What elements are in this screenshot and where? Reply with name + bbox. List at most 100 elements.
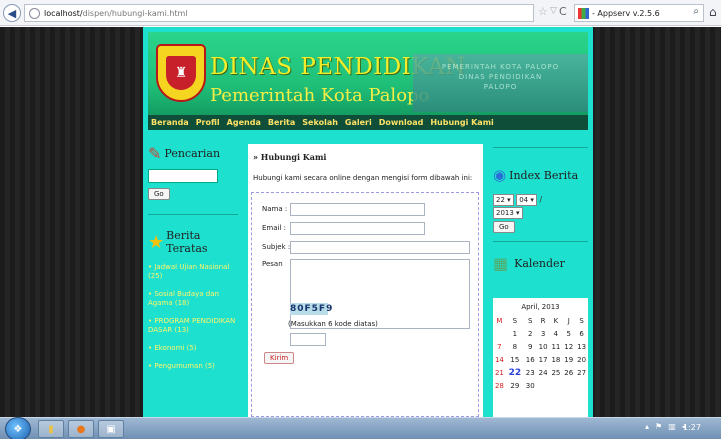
site-container: ♜ DINAS PENDIDIKAN Pemerintah Kota Palop… [143,27,593,418]
calendar-day[interactable]: 22 [506,366,524,379]
calendar-day[interactable]: 7 [493,340,506,353]
pesan-textarea[interactable] [290,259,470,329]
search-bar[interactable]: - Appserv v.2.5.6 ⌕ [574,4,704,22]
window-icon: ▣ [106,423,116,435]
calendar-day[interactable]: 19 [562,353,575,366]
weekday-row: MSSRKJS [493,314,588,327]
subjek-field[interactable] [290,241,470,254]
calendar-day[interactable]: 10 [537,340,550,353]
banner-line: DINAS PENDIDIKAN [458,73,543,81]
calendar-day[interactable]: 12 [562,340,575,353]
calendar-day[interactable]: 15 [506,353,524,366]
search-input[interactable] [148,169,218,183]
page-viewport: ♜ DINAS PENDIDIKAN Pemerintah Kota Palop… [0,27,721,418]
top-news-label: Berita Teratas [166,229,208,255]
day-select[interactable]: 22 ▾ [493,194,514,206]
email-field[interactable] [290,222,425,235]
nav-agenda[interactable]: Agenda [227,118,261,127]
calendar-day[interactable]: 17 [537,353,550,366]
nav-download[interactable]: Download [379,118,424,127]
nav-sekolah[interactable]: Sekolah [302,118,338,127]
calendar-week: 28 29 30 [493,379,588,392]
calendar-empty [537,379,550,392]
calendar-day[interactable]: 4 [550,327,563,340]
calendar-week: 123456 [493,327,588,340]
magnifier-icon[interactable]: ⌕ [693,6,699,17]
contact-form: Nama : Email : Subjek : Pesan 80F5F9 (Ma… [251,192,479,417]
taskbar-app[interactable]: ▣ [98,420,124,438]
calendar-day[interactable]: 14 [493,353,506,366]
url-host: localhost/ [44,8,83,18]
calendar-grid: MSSRKJS 1 2 3 4 5 6 7 8 9 10 11 12 13 14 15 16 17 18 19 20 2… [493,314,588,392]
network-icon[interactable]: ▥ [668,422,676,431]
calendar-day[interactable]: 18 [550,353,563,366]
calendar-day[interactable]: 6 [575,327,588,340]
calendar-day[interactable]: 5 [562,327,575,340]
clock[interactable]: 1:27 [683,423,701,432]
weekday-header: S [512,316,518,325]
calendar-label: Kalender [514,257,565,270]
list-item[interactable]: • Ekonomi (5) [148,344,238,353]
calendar-week: 7 8 9 10 11 12 13 [493,340,588,353]
bookmark-star-icon[interactable]: ☆ [538,5,548,18]
weekday-header: S [528,316,533,325]
system-tray: ▴ ⚑ ▥ ◂ [645,422,686,431]
nav-galeri[interactable]: Galeri [345,118,372,127]
calendar-day[interactable]: 30 [524,379,537,392]
nama-field[interactable] [290,203,425,216]
calendar-day[interactable]: 28 [493,379,506,392]
globe-icon: ◉ [493,166,507,184]
calendar-day[interactable]: 2 [524,327,537,340]
calendar-day[interactable]: 25 [550,366,563,379]
url-path: dispen/hubungi-kami.html [82,8,188,18]
search-icon: ✎ [148,144,162,163]
nav-profil[interactable]: Profil [196,118,220,127]
calendar-day[interactable]: 13 [575,340,588,353]
history-dropdown-icon[interactable]: ▽ [550,6,557,16]
submit-button[interactable]: Kirim [264,352,295,364]
taskbar-explorer[interactable]: ▮ [38,420,64,438]
news-count: (25) [148,272,163,280]
address-bar[interactable]: localhost/dispen/hubungi-kami.html [24,4,534,22]
calendar-day[interactable]: 11 [550,340,563,353]
calendar-day[interactable]: 24 [537,366,550,379]
calendar-day[interactable]: 9 [524,340,537,353]
tray-arrow-icon[interactable]: ▴ [645,422,649,431]
calendar-day[interactable]: 8 [506,340,524,353]
list-item[interactable]: • Jadwal Ujian Nasional (25) [148,263,238,281]
calendar-week: 21 22 23 24 25 26 27 [493,366,588,379]
year-select[interactable]: 2013 ▾ [493,207,523,219]
calendar-day[interactable]: 23 [524,366,537,379]
month-select[interactable]: 04 ▾ [516,194,537,206]
search-go-button[interactable]: Go [148,188,170,200]
captcha-field[interactable] [290,333,326,346]
news-link[interactable]: Pengumuman [154,362,202,370]
calendar-day[interactable]: 26 [562,366,575,379]
list-item[interactable]: • Sosial Budaya dan Agama (18) [148,290,238,308]
list-item[interactable]: • Pengumuman (5) [148,362,238,371]
list-item[interactable]: • PROGRAM PENDIDIKAN DASAR (13) [148,317,238,335]
nav-berita[interactable]: Berita [268,118,295,127]
taskbar-firefox[interactable]: ● [68,420,94,438]
news-link[interactable]: PROGRAM PENDIDIKAN DASAR [148,317,235,334]
year-value: 2013 [496,209,514,217]
calendar-day[interactable]: 16 [524,353,537,366]
calendar-day[interactable]: 20 [575,353,588,366]
news-link[interactable]: Ekonomi [154,344,184,352]
calendar-day[interactable]: 21 [493,366,506,379]
divider [148,214,238,215]
nav-hubungi-kami[interactable]: Hubungi Kami [430,118,493,127]
calendar-day[interactable]: 3 [537,327,550,340]
home-icon[interactable]: ⌂ [709,5,717,19]
refresh-icon[interactable]: C [559,5,567,18]
news-link[interactable]: Jadwal Ujian Nasional [154,263,229,271]
calendar-day[interactable]: 29 [506,379,524,392]
flag-icon[interactable]: ⚑ [655,422,662,431]
index-go-button[interactable]: Go [493,221,515,233]
calendar-day[interactable]: 27 [575,366,588,379]
calendar-day[interactable]: 1 [506,327,524,340]
building-banner: PEMERINTAH KOTA PALOPO DINAS PENDIDIKAN … [413,54,588,112]
start-button[interactable]: ❖ [5,417,31,439]
back-button[interactable]: ◀ [3,4,21,22]
nav-beranda[interactable]: Beranda [151,118,189,127]
